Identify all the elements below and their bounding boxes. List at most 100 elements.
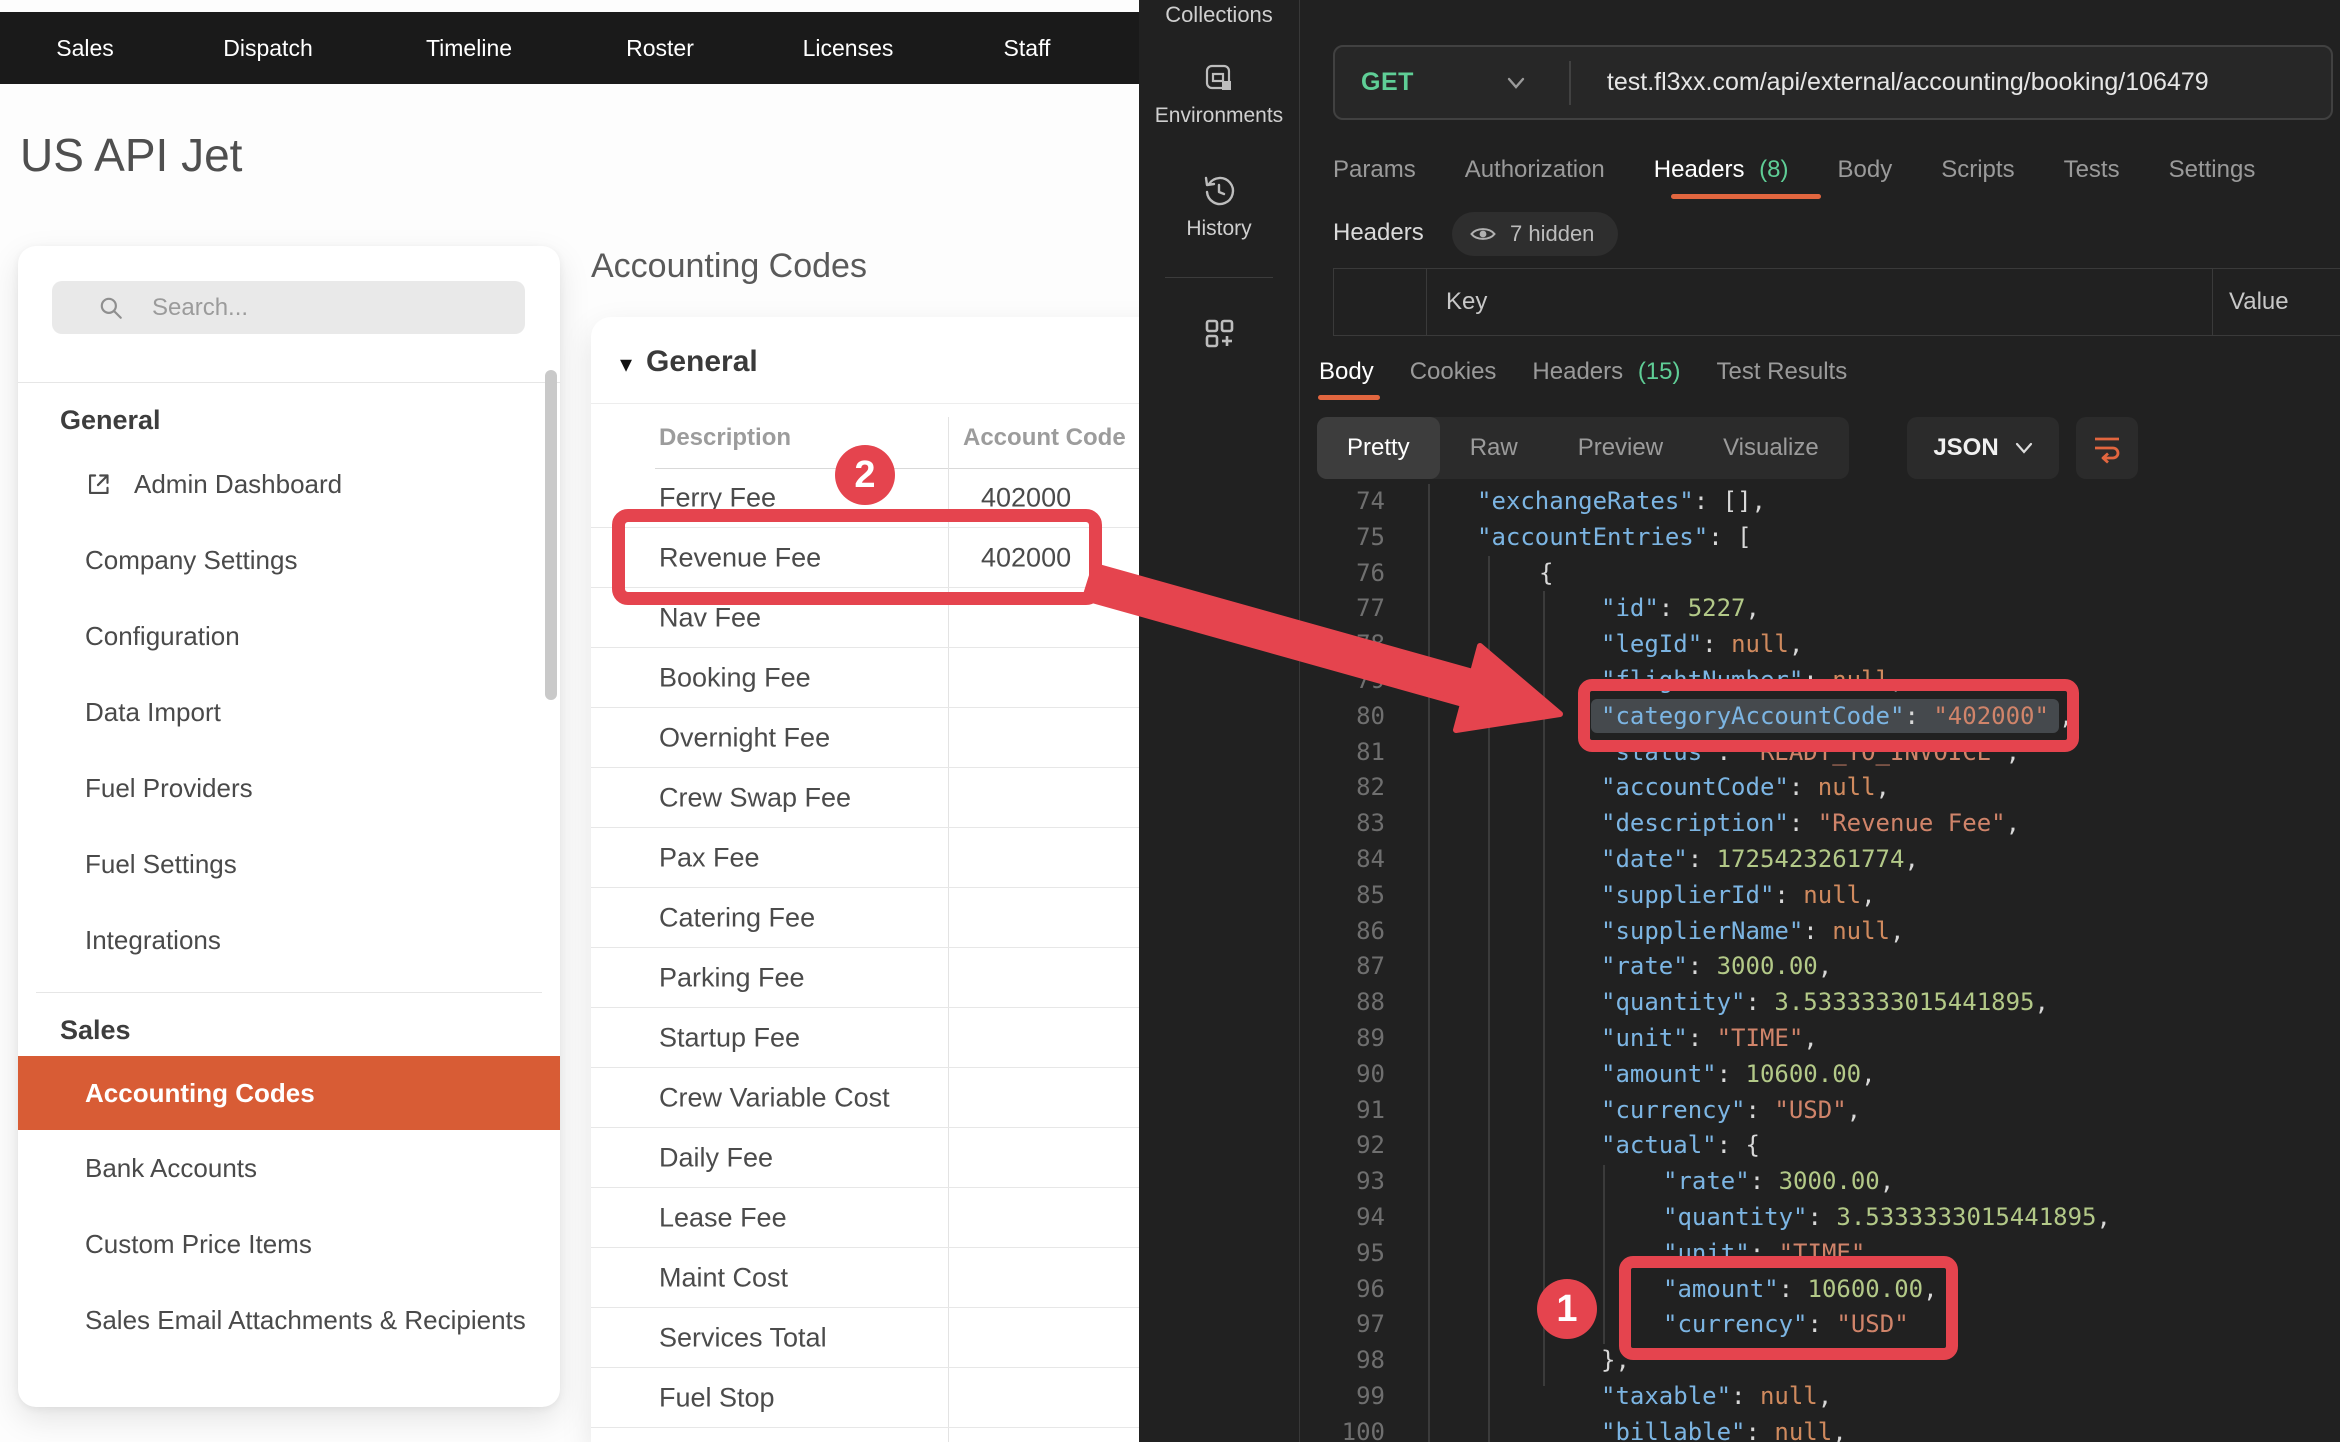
code-line: 81 "status": "READY_TO_INVOICE", xyxy=(1300,735,2340,771)
column-header-description: Description xyxy=(659,424,792,451)
code-line: 79 "flightNumber": null, xyxy=(1300,663,2340,699)
nav-item-dispatch[interactable]: Dispatch xyxy=(223,12,312,84)
nav-item-licenses[interactable]: Licenses xyxy=(803,12,894,84)
request-tab-scripts[interactable]: Scripts xyxy=(1941,156,2014,184)
sidebar-item-collections[interactable]: Collections xyxy=(1139,2,1299,28)
column-header-account-code: Account Code xyxy=(963,424,1126,451)
url-bar: GET test.fl3xx.com/api/external/accounti… xyxy=(1333,45,2333,120)
row-description: Booking Fee xyxy=(659,662,811,692)
response-tab-headers[interactable]: Headers (15) xyxy=(1532,358,1680,386)
view-mode-visualize[interactable]: Visualize xyxy=(1693,417,1849,479)
line-number: 85 xyxy=(1356,880,1385,909)
sidebar-item-history[interactable]: History xyxy=(1139,217,1299,241)
line-number: 97 xyxy=(1356,1310,1385,1339)
code-text: "actual": { xyxy=(1601,1131,1760,1160)
url-input[interactable]: test.fl3xx.com/api/external/accounting/b… xyxy=(1607,68,2209,97)
sidebar-item-environments[interactable]: Environments xyxy=(1139,104,1299,128)
line-number: 95 xyxy=(1356,1238,1385,1267)
request-tab-body[interactable]: Body xyxy=(1838,156,1893,184)
view-mode-raw[interactable]: Raw xyxy=(1440,417,1548,479)
sidebar-item-fuel-providers[interactable]: Fuel Providers xyxy=(18,750,560,826)
sidebar-item-company-settings[interactable]: Company Settings xyxy=(18,522,560,598)
eye-icon xyxy=(1470,224,1496,244)
response-tab-body[interactable]: Body xyxy=(1319,358,1374,386)
chevron-down-icon[interactable] xyxy=(1506,76,1526,90)
request-tab-authorization[interactable]: Authorization xyxy=(1465,156,1605,184)
request-tab-headers[interactable]: Headers (8) xyxy=(1654,156,1789,184)
sidebar-item-custom-price-items[interactable]: Custom Price Items xyxy=(18,1206,560,1282)
nav-item-timeline[interactable]: Timeline xyxy=(426,12,512,84)
response-tab-test-results[interactable]: Test Results xyxy=(1717,358,1848,386)
request-tab-tests[interactable]: Tests xyxy=(2064,156,2120,184)
wrap-text-button[interactable] xyxy=(2076,417,2138,479)
code-line: 78 "legId": null, xyxy=(1300,627,2340,663)
sidebar-scrollbar[interactable] xyxy=(545,370,557,700)
line-number: 98 xyxy=(1356,1346,1385,1375)
active-tab-indicator xyxy=(1318,395,1380,400)
indent-guide xyxy=(1488,556,1490,1442)
sidebar-item-label: Integrations xyxy=(85,924,221,955)
sidebar-item-accounting-codes[interactable]: Accounting Codes xyxy=(18,1056,560,1130)
selected-code: "categoryAccountCode": "402000" xyxy=(1591,698,2059,733)
code-text: "amount": 10600.00, xyxy=(1601,1059,1876,1088)
view-mode-pretty[interactable]: Pretty xyxy=(1317,417,1440,479)
code-text: "description": "Revenue Fee", xyxy=(1601,809,2021,838)
headers-table: Key Value xyxy=(1333,268,2340,336)
view-mode-preview[interactable]: Preview xyxy=(1548,417,1693,479)
row-description: Daily Fee xyxy=(659,1142,774,1172)
history-icon[interactable] xyxy=(1200,172,1238,215)
sidebar-item-label: Data Import xyxy=(85,696,221,727)
row-description: Crew Swap Fee xyxy=(659,782,852,812)
sidebar-item-bank-accounts[interactable]: Bank Accounts xyxy=(18,1130,560,1206)
section-title-general: General xyxy=(60,405,161,435)
sidebar-item-fuel-settings[interactable]: Fuel Settings xyxy=(18,826,560,902)
request-tab-settings[interactable]: Settings xyxy=(2169,156,2256,184)
external-link-icon xyxy=(85,471,112,498)
section-title-sales: Sales xyxy=(60,1015,131,1045)
sidebar-item-admin-dashboard[interactable]: Admin Dashboard xyxy=(18,446,560,522)
code-text: "unit": "TIME", xyxy=(1601,1023,1818,1052)
line-number: 93 xyxy=(1356,1167,1385,1196)
code-text: "accountEntries": [ xyxy=(1477,522,1752,551)
method-select[interactable]: GET xyxy=(1361,68,1414,97)
group-title[interactable]: General xyxy=(646,345,758,379)
row-description: Revenue Fee xyxy=(659,542,822,572)
collapse-caret-icon[interactable]: ▾ xyxy=(620,353,632,377)
response-tab-cookies[interactable]: Cookies xyxy=(1410,358,1497,386)
environments-icon[interactable] xyxy=(1201,60,1237,101)
sidebar-item-sales-email-attachments-recipients[interactable]: Sales Email Attachments & Recipients xyxy=(18,1282,560,1358)
code-line: 75 "accountEntries": [ xyxy=(1300,520,2340,556)
code-line: 86 "supplierName": null, xyxy=(1300,914,2340,950)
request-tab-params[interactable]: Params xyxy=(1333,156,1416,184)
line-number: 87 xyxy=(1356,952,1385,981)
hidden-headers-label: 7 hidden xyxy=(1510,221,1595,246)
sidebar-item-configuration[interactable]: Configuration xyxy=(18,598,560,674)
response-body[interactable]: 74 "exchangeRates": [], 75 "accountEntries"… xyxy=(1300,484,2340,1442)
hidden-headers-toggle[interactable]: 7 hidden xyxy=(1452,212,1619,256)
sidebar-item-integrations[interactable]: Integrations xyxy=(18,902,560,978)
sidebar-item-label: Configuration xyxy=(85,620,240,651)
nav-item-roster[interactable]: Roster xyxy=(626,12,694,84)
line-number: 90 xyxy=(1356,1059,1385,1088)
sidebar-item-label: Custom Price Items xyxy=(85,1228,312,1259)
add-panel-icon[interactable] xyxy=(1200,314,1238,357)
line-number: 83 xyxy=(1356,809,1385,838)
code-line: 74 "exchangeRates": [], xyxy=(1300,484,2340,520)
value-column-header: Value xyxy=(2229,288,2289,315)
sidebar-item-data-import[interactable]: Data Import xyxy=(18,674,560,750)
divider xyxy=(36,992,542,993)
code-line: 84 "date": 1725423261774, xyxy=(1300,842,2340,878)
code-text: "supplierId": null, xyxy=(1601,880,1876,909)
code-line: 98}, xyxy=(1300,1343,2340,1379)
format-select[interactable]: JSON xyxy=(1907,417,2059,479)
annotation-badge-1: 1 xyxy=(1537,1279,1597,1339)
code-text: "status": "READY_TO_INVOICE", xyxy=(1601,737,2021,766)
code-text: "currency": "USD", xyxy=(1601,1095,1862,1124)
line-number: 86 xyxy=(1356,916,1385,945)
code-line: 93 "rate": 3000.00, xyxy=(1300,1164,2340,1200)
code-line: 91 "currency": "USD", xyxy=(1300,1093,2340,1129)
wrap-text-icon xyxy=(2091,432,2123,464)
nav-item-staff[interactable]: Staff xyxy=(1004,12,1051,84)
search-input[interactable]: Search... xyxy=(52,281,525,334)
nav-item-sales[interactable]: Sales xyxy=(56,12,114,84)
